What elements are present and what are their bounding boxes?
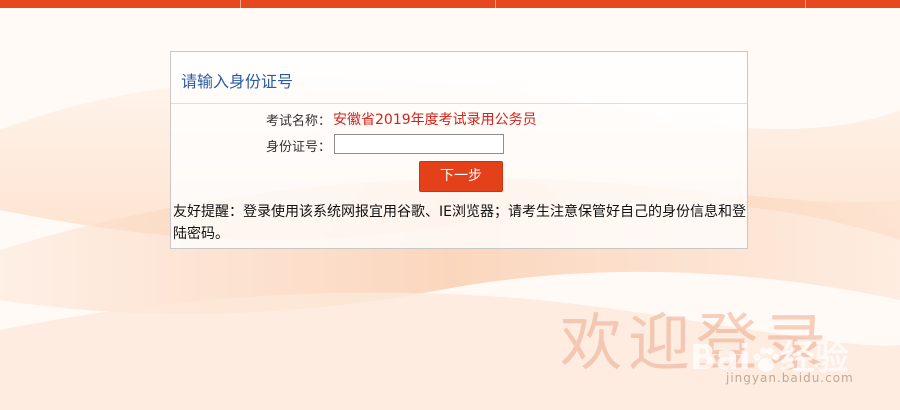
top-bar-divider — [240, 0, 241, 8]
panel-divider — [171, 103, 747, 104]
top-bar-divider — [495, 0, 496, 8]
paw-icon — [753, 347, 780, 372]
login-panel: 请输入身份证号 考试名称： 安徽省2019年度考试录用公务员 身份证号： 下一步… — [170, 51, 748, 249]
watermark-url: jingyan.baidu.com — [726, 371, 854, 385]
exam-name-value: 安徽省2019年度考试录用公务员 — [333, 112, 537, 128]
id-number-label: 身份证号： — [265, 140, 331, 155]
top-accent-bar — [0, 0, 900, 8]
next-step-button[interactable]: 下一步 — [419, 161, 503, 192]
id-number-input[interactable] — [334, 134, 504, 154]
friendly-reminder-text: 友好提醒：登录使用该系统网报宜用谷歌、IE浏览器；请考生注意保管好自己的身份信息… — [173, 204, 746, 242]
top-bar-divider — [805, 0, 806, 8]
exam-name-label: 考试名称： — [265, 114, 331, 129]
panel-title: 请输入身份证号 — [181, 72, 294, 91]
